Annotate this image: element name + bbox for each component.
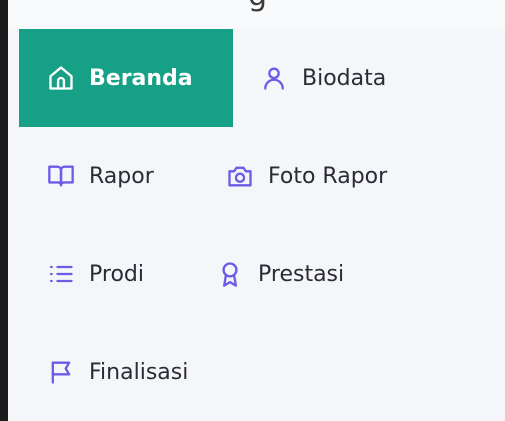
award-icon: [216, 260, 244, 288]
menu-item-beranda[interactable]: Beranda: [19, 29, 233, 127]
list-icon: [47, 260, 75, 288]
navigation-menu: Beranda Biodata Rapor Foto Rapor Prodi P…: [8, 29, 505, 421]
flag-icon: [47, 358, 75, 386]
menu-item-label: Finalisasi: [89, 359, 189, 385]
menu-item-label: Beranda: [89, 65, 193, 91]
header-partial-text: g: [248, 0, 267, 11]
menu-item-label: Prestasi: [258, 261, 345, 287]
camera-icon: [226, 162, 254, 190]
book-icon: [47, 162, 75, 190]
menu-item-prodi[interactable]: Prodi: [47, 225, 144, 323]
menu-item-finalisasi[interactable]: Finalisasi: [47, 323, 188, 421]
top-header-strip: g: [8, 0, 505, 30]
menu-item-foto-rapor[interactable]: Foto Rapor: [226, 127, 387, 225]
menu-item-label: Foto Rapor: [268, 163, 388, 189]
menu-item-prestasi[interactable]: Prestasi: [216, 225, 344, 323]
menu-item-label: Biodata: [302, 65, 387, 91]
menu-item-biodata[interactable]: Biodata: [260, 29, 386, 127]
user-icon: [260, 64, 288, 92]
home-icon: [47, 64, 75, 92]
window-edge: [0, 0, 8, 421]
menu-item-label: Rapor: [89, 163, 154, 189]
menu-item-label: Prodi: [89, 261, 144, 287]
menu-item-rapor[interactable]: Rapor: [47, 127, 154, 225]
